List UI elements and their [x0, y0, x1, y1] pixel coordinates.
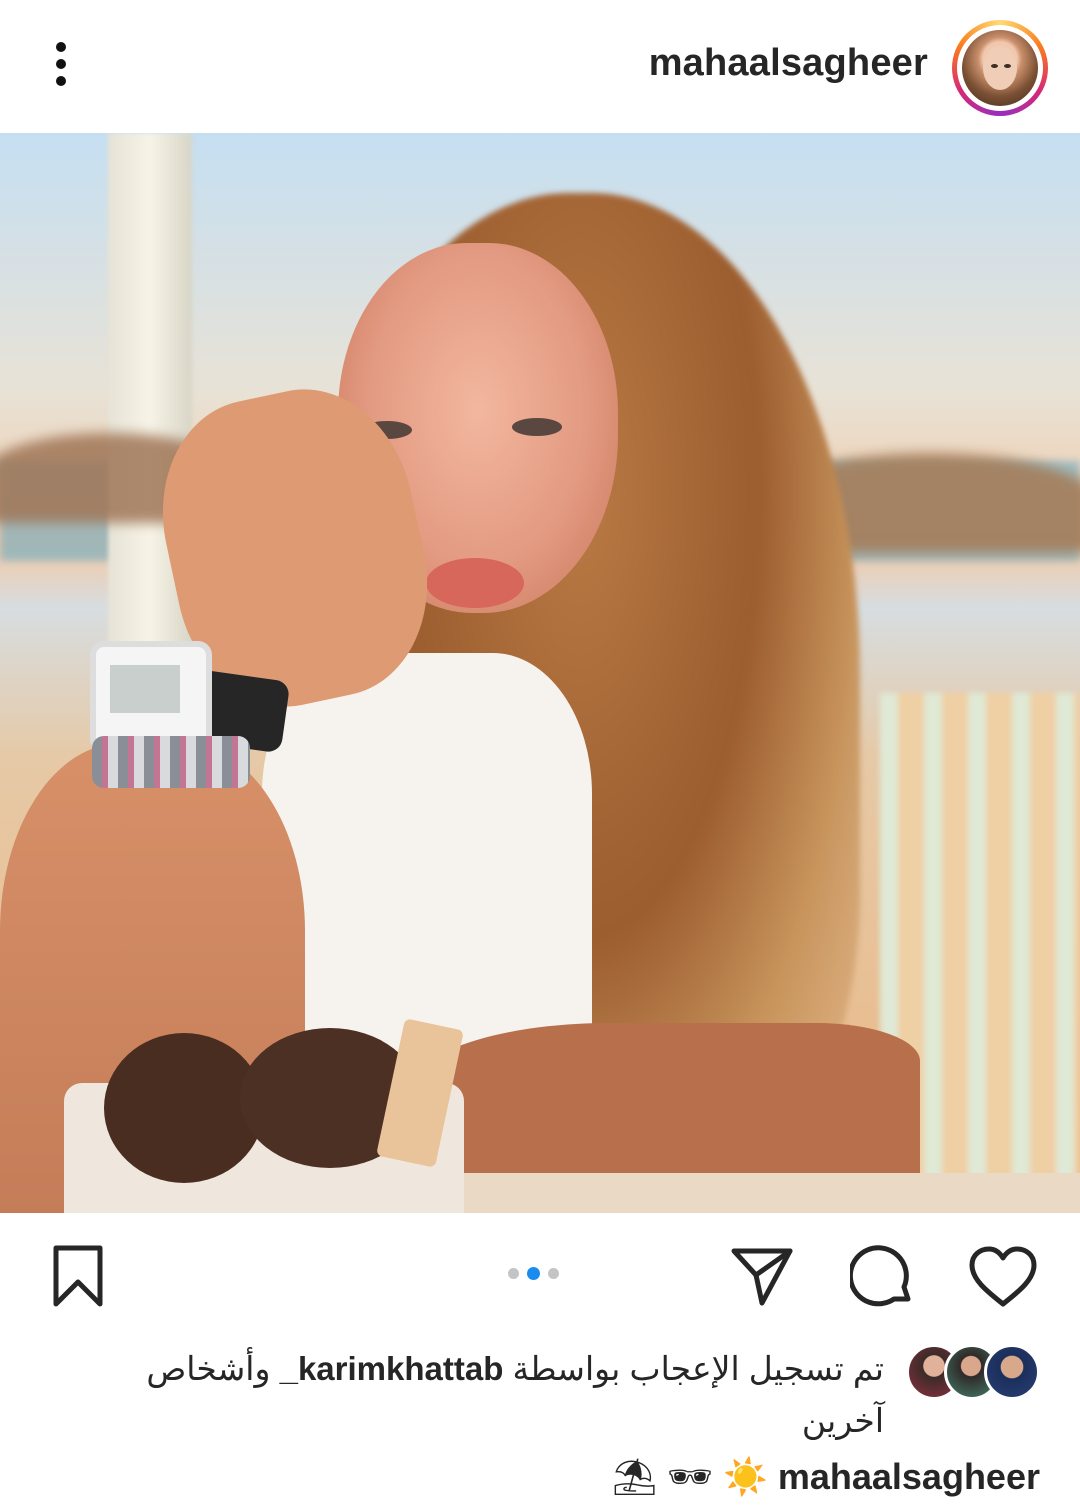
- send-icon[interactable]: [730, 1245, 794, 1307]
- caption-text: ⛱ 🕶 ☀️: [611, 1456, 768, 1497]
- author-avatar[interactable]: [952, 20, 1048, 116]
- carousel-dot: [548, 1268, 559, 1279]
- likes-prefix: تم تسجيل الإعجاب بواسطة: [512, 1350, 884, 1387]
- carousel-dot: [508, 1268, 519, 1279]
- heart-icon[interactable]: [968, 1246, 1038, 1308]
- carousel-indicator: [508, 1267, 559, 1280]
- likes-summary[interactable]: تم تسجيل الإعجاب بواسطة karimkhattab_ وأ…: [84, 1343, 884, 1447]
- liker-username[interactable]: karimkhattab_: [280, 1350, 504, 1387]
- liker-avatars[interactable]: [906, 1344, 1040, 1400]
- post-author-username[interactable]: mahaalsagheer: [649, 42, 928, 85]
- post-caption: ⛱ 🕶 ☀️ mahaalsagheer: [0, 1456, 1040, 1498]
- bookmark-icon[interactable]: [50, 1244, 106, 1308]
- liker-avatar: [984, 1344, 1040, 1400]
- carousel-dot-active: [527, 1267, 540, 1280]
- comment-icon[interactable]: [850, 1243, 916, 1309]
- post-image[interactable]: [0, 133, 1080, 1213]
- caption-username[interactable]: mahaalsagheer: [778, 1456, 1040, 1497]
- post-header: mahaalsagheer: [0, 0, 1080, 132]
- more-options-icon[interactable]: [44, 38, 80, 90]
